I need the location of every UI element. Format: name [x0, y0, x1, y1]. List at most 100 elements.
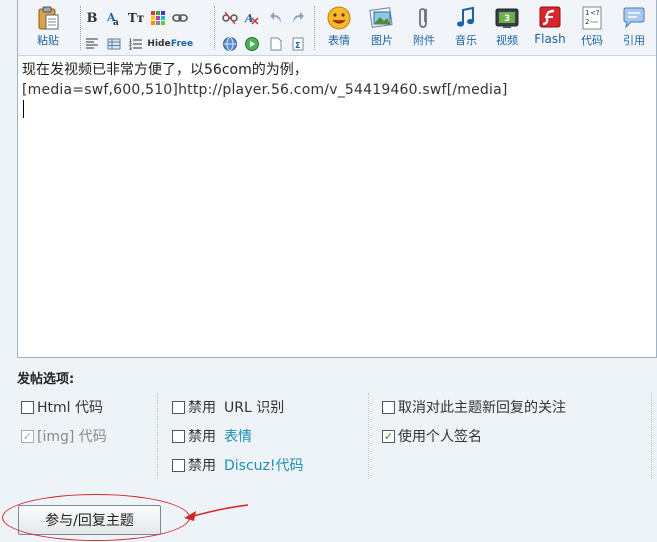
code-label: 代码 — [581, 34, 603, 47]
disable-emoticon-prefix: 禁用 — [188, 429, 216, 445]
table-button[interactable] — [106, 36, 122, 52]
paste-label: 粘贴 — [37, 34, 59, 47]
link-button[interactable] — [172, 10, 188, 26]
remove-format-icon: A — [244, 12, 259, 25]
align-left-icon — [86, 38, 98, 49]
quote-label: 引用 — [623, 34, 645, 47]
signature-option[interactable]: ✓ 使用个人签名 — [382, 426, 482, 446]
toolbar-separator — [80, 6, 81, 50]
svg-text:3: 3 — [504, 14, 510, 24]
message-line-2: [media=swf,600,510]http://player.56.com/… — [22, 82, 508, 98]
emoticon-button[interactable]: 表情 — [317, 6, 361, 48]
bold-button[interactable]: B — [84, 10, 100, 26]
list-icon: 123 — [129, 38, 142, 50]
disable-url-checkbox[interactable] — [172, 400, 185, 414]
message-line-1: 现在发视频已非常方便了，以56com的为例， — [22, 62, 308, 78]
page-icon — [270, 37, 282, 51]
unfollow-option[interactable]: 取消对此主题新回复的关注 — [382, 397, 566, 417]
clipboard-icon — [38, 6, 59, 30]
remove-format-button[interactable]: A — [244, 10, 260, 26]
font-size-button[interactable]: Tт — [128, 10, 144, 26]
discuz-code-link[interactable]: Discuz!代码 — [224, 455, 304, 475]
editor-frame: 粘贴 B Aa Tт 123 Hide Free A Σ 表情 图片 附件 音乐… — [17, 0, 657, 358]
disable-discuz-code-checkbox[interactable] — [172, 458, 185, 472]
list-button[interactable]: 123 — [128, 36, 144, 52]
emoticon-label: 表情 — [328, 34, 350, 47]
disable-emoticon-option[interactable]: 禁用 表情 — [172, 426, 252, 446]
insert-media-button[interactable] — [244, 36, 260, 52]
flash-button[interactable]: Flash — [528, 6, 572, 46]
picture-icon — [369, 7, 393, 28]
emoticon-link[interactable]: 表情 — [224, 426, 252, 446]
align-button[interactable] — [84, 36, 100, 52]
table-icon — [107, 38, 121, 50]
disable-url-label: URL 识别 — [224, 400, 285, 416]
globe-icon — [223, 37, 237, 51]
disable-discuz-code-option[interactable]: 禁用 Discuz!代码 — [172, 455, 304, 475]
img-code-label: [img] 代码 — [37, 429, 107, 445]
options-divider — [651, 393, 652, 479]
toolbar-separator — [314, 6, 315, 50]
redo-icon — [293, 12, 304, 23]
editor-toolbar: 粘贴 B Aa Tт 123 Hide Free A Σ 表情 图片 附件 音乐… — [18, 0, 656, 56]
unfollow-label: 取消对此主题新回复的关注 — [398, 400, 566, 416]
html-code-checkbox[interactable] — [21, 400, 34, 414]
undo-icon — [270, 12, 281, 23]
paste-button[interactable]: 粘贴 — [26, 6, 70, 48]
equation-icon: Σ — [292, 37, 304, 51]
bold-icon: B — [86, 10, 98, 26]
disable-url-option[interactable]: 禁用 URL 识别 — [172, 397, 284, 417]
html-code-label: Html 代码 — [37, 400, 103, 416]
quote-button[interactable]: 引用 — [612, 6, 656, 48]
signature-checkbox[interactable]: ✓ — [382, 429, 395, 443]
link-icon — [172, 14, 188, 22]
message-textarea[interactable]: 现在发视频已非常方便了，以56com的为例， [media=swf,600,51… — [22, 60, 652, 352]
disable-url-prefix: 禁用 — [188, 400, 216, 416]
svg-text:a: a — [113, 18, 119, 26]
hide-button[interactable]: Hide — [147, 36, 171, 52]
post-options-title: 发帖选项: — [17, 372, 75, 387]
reply-submit-button[interactable]: 参与/回复主题 — [18, 505, 161, 535]
play-icon — [245, 37, 259, 51]
music-note-icon — [457, 6, 474, 27]
new-page-button[interactable] — [268, 36, 284, 52]
html-code-option[interactable]: Html 代码 — [21, 397, 103, 417]
unfollow-checkbox[interactable] — [382, 400, 395, 414]
music-button[interactable]: 音乐 — [444, 6, 488, 48]
unlink-icon — [222, 11, 238, 25]
redo-button[interactable] — [290, 10, 306, 26]
code-icon: 12<? — [582, 6, 602, 30]
music-label: 音乐 — [455, 34, 477, 47]
img-code-checkbox: ✓ — [21, 429, 34, 443]
flash-label: Flash — [534, 32, 566, 46]
hide-label: Hide — [147, 39, 171, 49]
svg-text:1: 1 — [585, 9, 589, 17]
disable-emoticon-checkbox[interactable] — [172, 429, 185, 443]
flash-icon — [539, 6, 561, 28]
unlink-button[interactable] — [222, 10, 238, 26]
signature-label: 使用个人签名 — [398, 429, 482, 445]
text-caret — [23, 100, 24, 118]
font-size-icon: Tт — [127, 11, 145, 25]
undo-button[interactable] — [268, 10, 284, 26]
free-label: Free — [170, 39, 194, 49]
paperclip-icon — [419, 8, 427, 28]
image-label: 图片 — [371, 34, 393, 47]
svg-text:2: 2 — [585, 18, 589, 26]
font-icon: Aa — [106, 11, 119, 26]
attach-button[interactable]: 附件 — [402, 6, 446, 48]
options-divider — [157, 393, 158, 479]
code-button[interactable]: 1 2 <? 代码 — [570, 6, 614, 48]
video-button[interactable]: 3 视频 — [485, 6, 529, 48]
font-button[interactable]: Aa — [106, 10, 122, 26]
disable-discuz-code-prefix: 禁用 — [188, 458, 216, 474]
insert-equation-button[interactable]: Σ — [290, 36, 306, 52]
svg-text:3: 3 — [129, 46, 132, 50]
attach-label: 附件 — [413, 34, 435, 47]
color-button[interactable] — [150, 10, 166, 26]
free-button[interactable]: Free — [171, 36, 193, 52]
quote-bubble-icon — [623, 7, 645, 29]
video-tv-icon: 3 — [495, 8, 519, 28]
insert-web-button[interactable] — [222, 36, 238, 52]
image-button[interactable]: 图片 — [360, 6, 404, 48]
